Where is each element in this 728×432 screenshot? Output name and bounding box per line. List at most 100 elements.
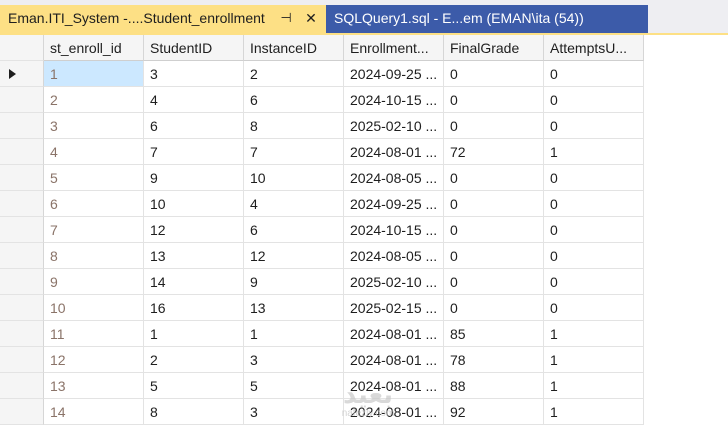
table-cell[interactable]: 0 [544,87,644,113]
column-header[interactable]: InstanceID [244,35,344,61]
select-all-corner[interactable] [0,35,44,61]
table-row[interactable]: 4 7 7 2024-08-01 ... 72 1 [0,139,728,165]
table-cell[interactable]: 2 [144,347,244,373]
table-cell[interactable]: 0 [544,217,644,243]
table-cell[interactable]: 1 [544,373,644,399]
row-selector[interactable] [0,165,44,191]
row-selector[interactable] [0,139,44,165]
table-cell[interactable]: 7 [44,217,144,243]
table-cell[interactable]: 8 [144,399,244,425]
table-cell[interactable]: 92 [444,399,544,425]
row-selector[interactable] [0,295,44,321]
table-cell[interactable]: 4 [244,191,344,217]
row-selector[interactable] [0,243,44,269]
table-row[interactable]: 8 13 12 2024-08-05 ... 0 0 [0,243,728,269]
results-grid[interactable]: st_enroll_id StudentID InstanceID Enroll… [0,35,728,432]
table-cell[interactable]: 10 [44,295,144,321]
table-cell[interactable]: 2024-09-25 ... [344,61,444,87]
row-selector[interactable] [0,191,44,217]
table-row[interactable]: 3 6 8 2025-02-10 ... 0 0 [0,113,728,139]
table-cell[interactable]: 12 [44,347,144,373]
table-cell[interactable]: 85 [444,321,544,347]
table-cell[interactable]: 0 [544,61,644,87]
row-selector[interactable] [0,113,44,139]
row-selector[interactable] [0,61,44,87]
table-cell[interactable]: 3 [244,399,344,425]
row-selector[interactable] [0,217,44,243]
table-cell[interactable]: 88 [444,373,544,399]
row-selector[interactable] [0,87,44,113]
table-cell[interactable]: 6 [44,191,144,217]
column-header[interactable]: AttemptsU... [544,35,644,61]
table-cell[interactable]: 8 [44,243,144,269]
table-cell[interactable]: 2025-02-10 ... [344,113,444,139]
table-cell[interactable]: 2025-02-10 ... [344,269,444,295]
row-selector[interactable] [0,373,44,399]
table-cell[interactable]: 0 [544,191,644,217]
row-selector[interactable] [0,321,44,347]
table-cell[interactable]: 12 [144,217,244,243]
table-cell[interactable]: 3 [44,113,144,139]
row-selector[interactable] [0,347,44,373]
table-cell[interactable]: 0 [444,191,544,217]
table-cell[interactable]: 2024-08-01 ... [344,321,444,347]
table-cell[interactable]: 0 [544,269,644,295]
table-cell[interactable]: 16 [144,295,244,321]
table-row[interactable]: 5 9 10 2024-08-05 ... 0 0 [0,165,728,191]
table-cell[interactable]: 1 [244,321,344,347]
table-cell[interactable]: 13 [44,373,144,399]
table-cell[interactable]: 2024-08-05 ... [344,165,444,191]
column-header[interactable]: Enrollment... [344,35,444,61]
table-row[interactable]: 2 4 6 2024-10-15 ... 0 0 [0,87,728,113]
table-row[interactable]: 11 1 1 2024-08-01 ... 85 1 [0,321,728,347]
table-row[interactable]: 1 3 2 2024-09-25 ... 0 0 [0,61,728,87]
table-cell[interactable]: 1 [544,139,644,165]
table-row[interactable]: 10 16 13 2025-02-15 ... 0 0 [0,295,728,321]
table-cell[interactable]: 5 [144,373,244,399]
table-cell[interactable]: 9 [144,165,244,191]
table-cell[interactable]: 10 [144,191,244,217]
table-cell[interactable]: 9 [44,269,144,295]
table-cell[interactable]: 0 [444,295,544,321]
table-cell[interactable]: 5 [244,373,344,399]
table-cell[interactable]: 78 [444,347,544,373]
table-cell[interactable]: 0 [444,165,544,191]
table-row[interactable]: 14 8 3 2024-08-01 ... 92 1 [0,399,728,425]
table-cell[interactable]: 13 [144,243,244,269]
table-cell[interactable]: 2 [244,61,344,87]
close-icon[interactable]: ✕ [303,9,319,27]
table-cell[interactable]: 2024-08-01 ... [344,347,444,373]
table-cell[interactable]: 0 [544,295,644,321]
table-cell[interactable]: 14 [144,269,244,295]
table-cell[interactable]: 1 [544,399,644,425]
table-cell[interactable]: 4 [44,139,144,165]
table-row[interactable]: 12 2 3 2024-08-01 ... 78 1 [0,347,728,373]
table-cell[interactable]: 0 [444,243,544,269]
table-cell[interactable]: 6 [244,87,344,113]
table-cell[interactable]: 9 [244,269,344,295]
table-cell[interactable]: 0 [444,113,544,139]
table-row[interactable]: 9 14 9 2025-02-10 ... 0 0 [0,269,728,295]
table-cell[interactable]: 0 [544,243,644,269]
table-cell[interactable]: 2024-09-25 ... [344,191,444,217]
table-cell[interactable]: 0 [544,113,644,139]
table-cell[interactable]: 72 [444,139,544,165]
table-cell[interactable]: 0 [444,217,544,243]
table-cell[interactable]: 2024-08-01 ... [344,399,444,425]
table-cell[interactable]: 1 [44,61,144,87]
table-cell[interactable]: 3 [244,347,344,373]
table-cell[interactable]: 4 [144,87,244,113]
table-cell[interactable]: 1 [544,321,644,347]
column-header[interactable]: StudentID [144,35,244,61]
column-header[interactable]: st_enroll_id [44,35,144,61]
table-cell[interactable]: 14 [44,399,144,425]
table-cell[interactable]: 7 [144,139,244,165]
table-cell[interactable]: 12 [244,243,344,269]
table-cell[interactable]: 2024-10-15 ... [344,87,444,113]
table-cell[interactable]: 2024-08-01 ... [344,139,444,165]
table-cell[interactable]: 13 [244,295,344,321]
tab-sqlquery1[interactable]: SQLQuery1.sql - E...em (EMAN\ita (54)) [326,5,648,33]
row-selector[interactable] [0,399,44,425]
table-row[interactable]: 13 5 5 2024-08-01 ... 88 1 [0,373,728,399]
table-cell[interactable]: 11 [44,321,144,347]
